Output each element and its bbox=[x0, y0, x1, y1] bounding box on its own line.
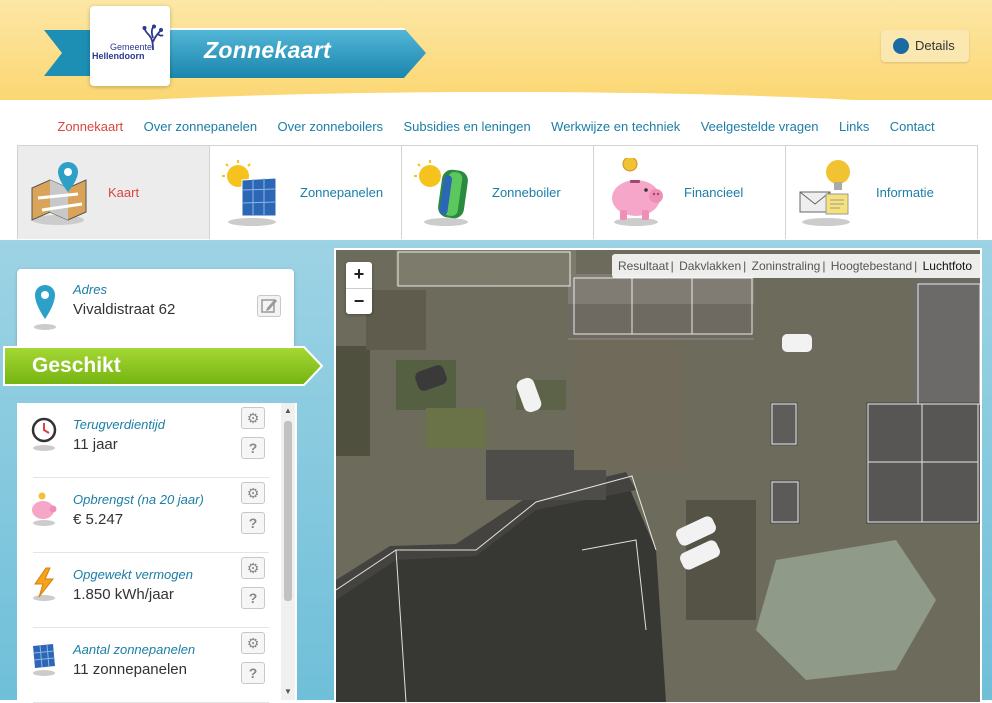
stat-aantal-zonnepanelen: Aantal zonnepanelen 11 zonnepanelen ⚙ ? bbox=[33, 628, 269, 703]
piggy-bank-icon bbox=[612, 158, 663, 226]
layer-zoninstraling[interactable]: Zoninstraling bbox=[752, 259, 821, 273]
aerial-photo bbox=[336, 250, 980, 702]
solar-panel-icon bbox=[222, 160, 277, 226]
edit-address-button[interactable] bbox=[257, 295, 281, 317]
solar-panel-icon bbox=[33, 644, 55, 676]
tab-kaart[interactable]: Kaart bbox=[17, 146, 210, 239]
stat-value: 11 jaar bbox=[73, 436, 118, 453]
help-button[interactable]: ? bbox=[241, 587, 265, 609]
nav-links[interactable]: Links bbox=[839, 119, 869, 134]
stats-scrollbar[interactable]: ▲ ▼ bbox=[281, 403, 295, 700]
settings-button[interactable]: ⚙ bbox=[241, 557, 265, 579]
stat-value: 1.850 kWh/jaar bbox=[73, 586, 174, 603]
address-card: Adres Vivaldistraat 62 bbox=[17, 269, 294, 349]
tab-zonneboiler-label: Zonneboiler bbox=[492, 185, 561, 200]
tab-financieel[interactable]: Financieel bbox=[594, 146, 786, 239]
edit-icon bbox=[261, 299, 277, 313]
stat-value: 11 zonnepanelen bbox=[73, 661, 187, 678]
suitability-banner: Geschikt bbox=[2, 343, 326, 389]
tab-bar: Kaart Zonnepanelen Zonneboiler Financiee… bbox=[17, 145, 978, 240]
globe-icon bbox=[893, 38, 909, 54]
layer-resultaat[interactable]: Resultaat bbox=[618, 259, 669, 273]
settings-button[interactable]: ⚙ bbox=[241, 482, 265, 504]
aerial-map[interactable]: + − Resultaat | Dakvlakken | Zoninstraling… bbox=[334, 248, 982, 702]
municipality-logo[interactable]: Gemeente Hellendoorn bbox=[90, 6, 170, 86]
stat-opgewekt-vermogen: Opgewekt vermogen 1.850 kWh/jaar ⚙ ? bbox=[33, 553, 269, 628]
stat-value: € 5.247 bbox=[73, 511, 124, 528]
nav-subsidies[interactable]: Subsidies en leningen bbox=[404, 119, 531, 134]
stat-label: Opgewekt vermogen bbox=[73, 567, 193, 582]
tab-zonnepanelen-label: Zonnepanelen bbox=[300, 185, 384, 200]
piggy-bank-icon bbox=[32, 492, 57, 526]
map-icon bbox=[31, 162, 87, 225]
tab-financieel-label: Financieel bbox=[684, 185, 744, 200]
scroll-up-icon[interactable]: ▲ bbox=[284, 406, 292, 415]
nav-werkwijze[interactable]: Werkwijze en techniek bbox=[551, 119, 680, 134]
top-navigation: Zonnekaart Over zonnepanelen Over zonneb… bbox=[0, 118, 992, 140]
details-label: Details bbox=[915, 38, 955, 53]
tab-zonneboiler[interactable]: Zonneboiler bbox=[402, 146, 594, 239]
tab-informatie-label: Informatie bbox=[876, 185, 934, 200]
solar-boiler-icon bbox=[414, 160, 468, 226]
scroll-down-icon[interactable]: ▼ bbox=[284, 687, 292, 696]
header-wave bbox=[0, 92, 992, 100]
settings-button[interactable]: ⚙ bbox=[241, 632, 265, 654]
address-label: Adres bbox=[73, 282, 107, 297]
help-button[interactable]: ? bbox=[241, 437, 265, 459]
details-button[interactable]: Details bbox=[881, 30, 969, 62]
tab-informatie[interactable]: Informatie bbox=[786, 146, 978, 239]
suitability-label: Geschikt bbox=[32, 354, 121, 377]
clock-icon bbox=[31, 417, 57, 451]
settings-button[interactable]: ⚙ bbox=[241, 407, 265, 429]
map-layer-switcher: Resultaat | Dakvlakken | Zoninstraling | Ho… bbox=[611, 254, 980, 278]
nav-over-zonnepanelen[interactable]: Over zonnepanelen bbox=[144, 119, 257, 134]
layer-dakvlakken[interactable]: Dakvlakken bbox=[679, 259, 741, 273]
lightning-icon bbox=[33, 567, 55, 601]
stat-label: Opbrengst (na 20 jaar) bbox=[73, 492, 204, 507]
stats-panel: Terugverdientijd 11 jaar ⚙ ? Opbrengst (… bbox=[17, 403, 297, 703]
nav-over-zonneboilers[interactable]: Over zonneboilers bbox=[278, 119, 384, 134]
location-pin-icon bbox=[34, 285, 56, 330]
scroll-thumb[interactable] bbox=[284, 421, 292, 601]
tab-zonnepanelen[interactable]: Zonnepanelen bbox=[210, 146, 402, 239]
help-button[interactable]: ? bbox=[241, 662, 265, 684]
zoom-out-button[interactable]: − bbox=[346, 289, 372, 315]
header: Zonnekaart Gemeente Hellendoorn Details bbox=[0, 0, 992, 100]
help-button[interactable]: ? bbox=[241, 512, 265, 534]
address-value: Vivaldistraat 62 bbox=[73, 301, 176, 318]
tab-kaart-label: Kaart bbox=[108, 185, 140, 200]
nav-zonnekaart[interactable]: Zonnekaart bbox=[57, 119, 123, 134]
stat-opbrengst: Opbrengst (na 20 jaar) € 5.247 ⚙ ? bbox=[32, 478, 269, 553]
app-title: Zonnekaart bbox=[204, 37, 331, 63]
stat-label: Aantal zonnepanelen bbox=[73, 642, 196, 657]
zoom-in-button[interactable]: + bbox=[346, 262, 372, 289]
logo-text-hellendoorn: Hellendoorn bbox=[92, 51, 145, 61]
layer-hoogtebestand[interactable]: Hoogtebestand bbox=[831, 259, 912, 273]
information-icon bbox=[799, 160, 850, 226]
nav-faq[interactable]: Veelgestelde vragen bbox=[701, 119, 819, 134]
layer-luchtfoto[interactable]: Luchtfoto bbox=[923, 259, 972, 273]
stat-terugverdientijd: Terugverdientijd 11 jaar ⚙ ? bbox=[31, 403, 269, 478]
zoom-control: + − bbox=[346, 262, 372, 314]
stat-label: Terugverdientijd bbox=[73, 417, 166, 432]
nav-contact[interactable]: Contact bbox=[890, 119, 935, 134]
